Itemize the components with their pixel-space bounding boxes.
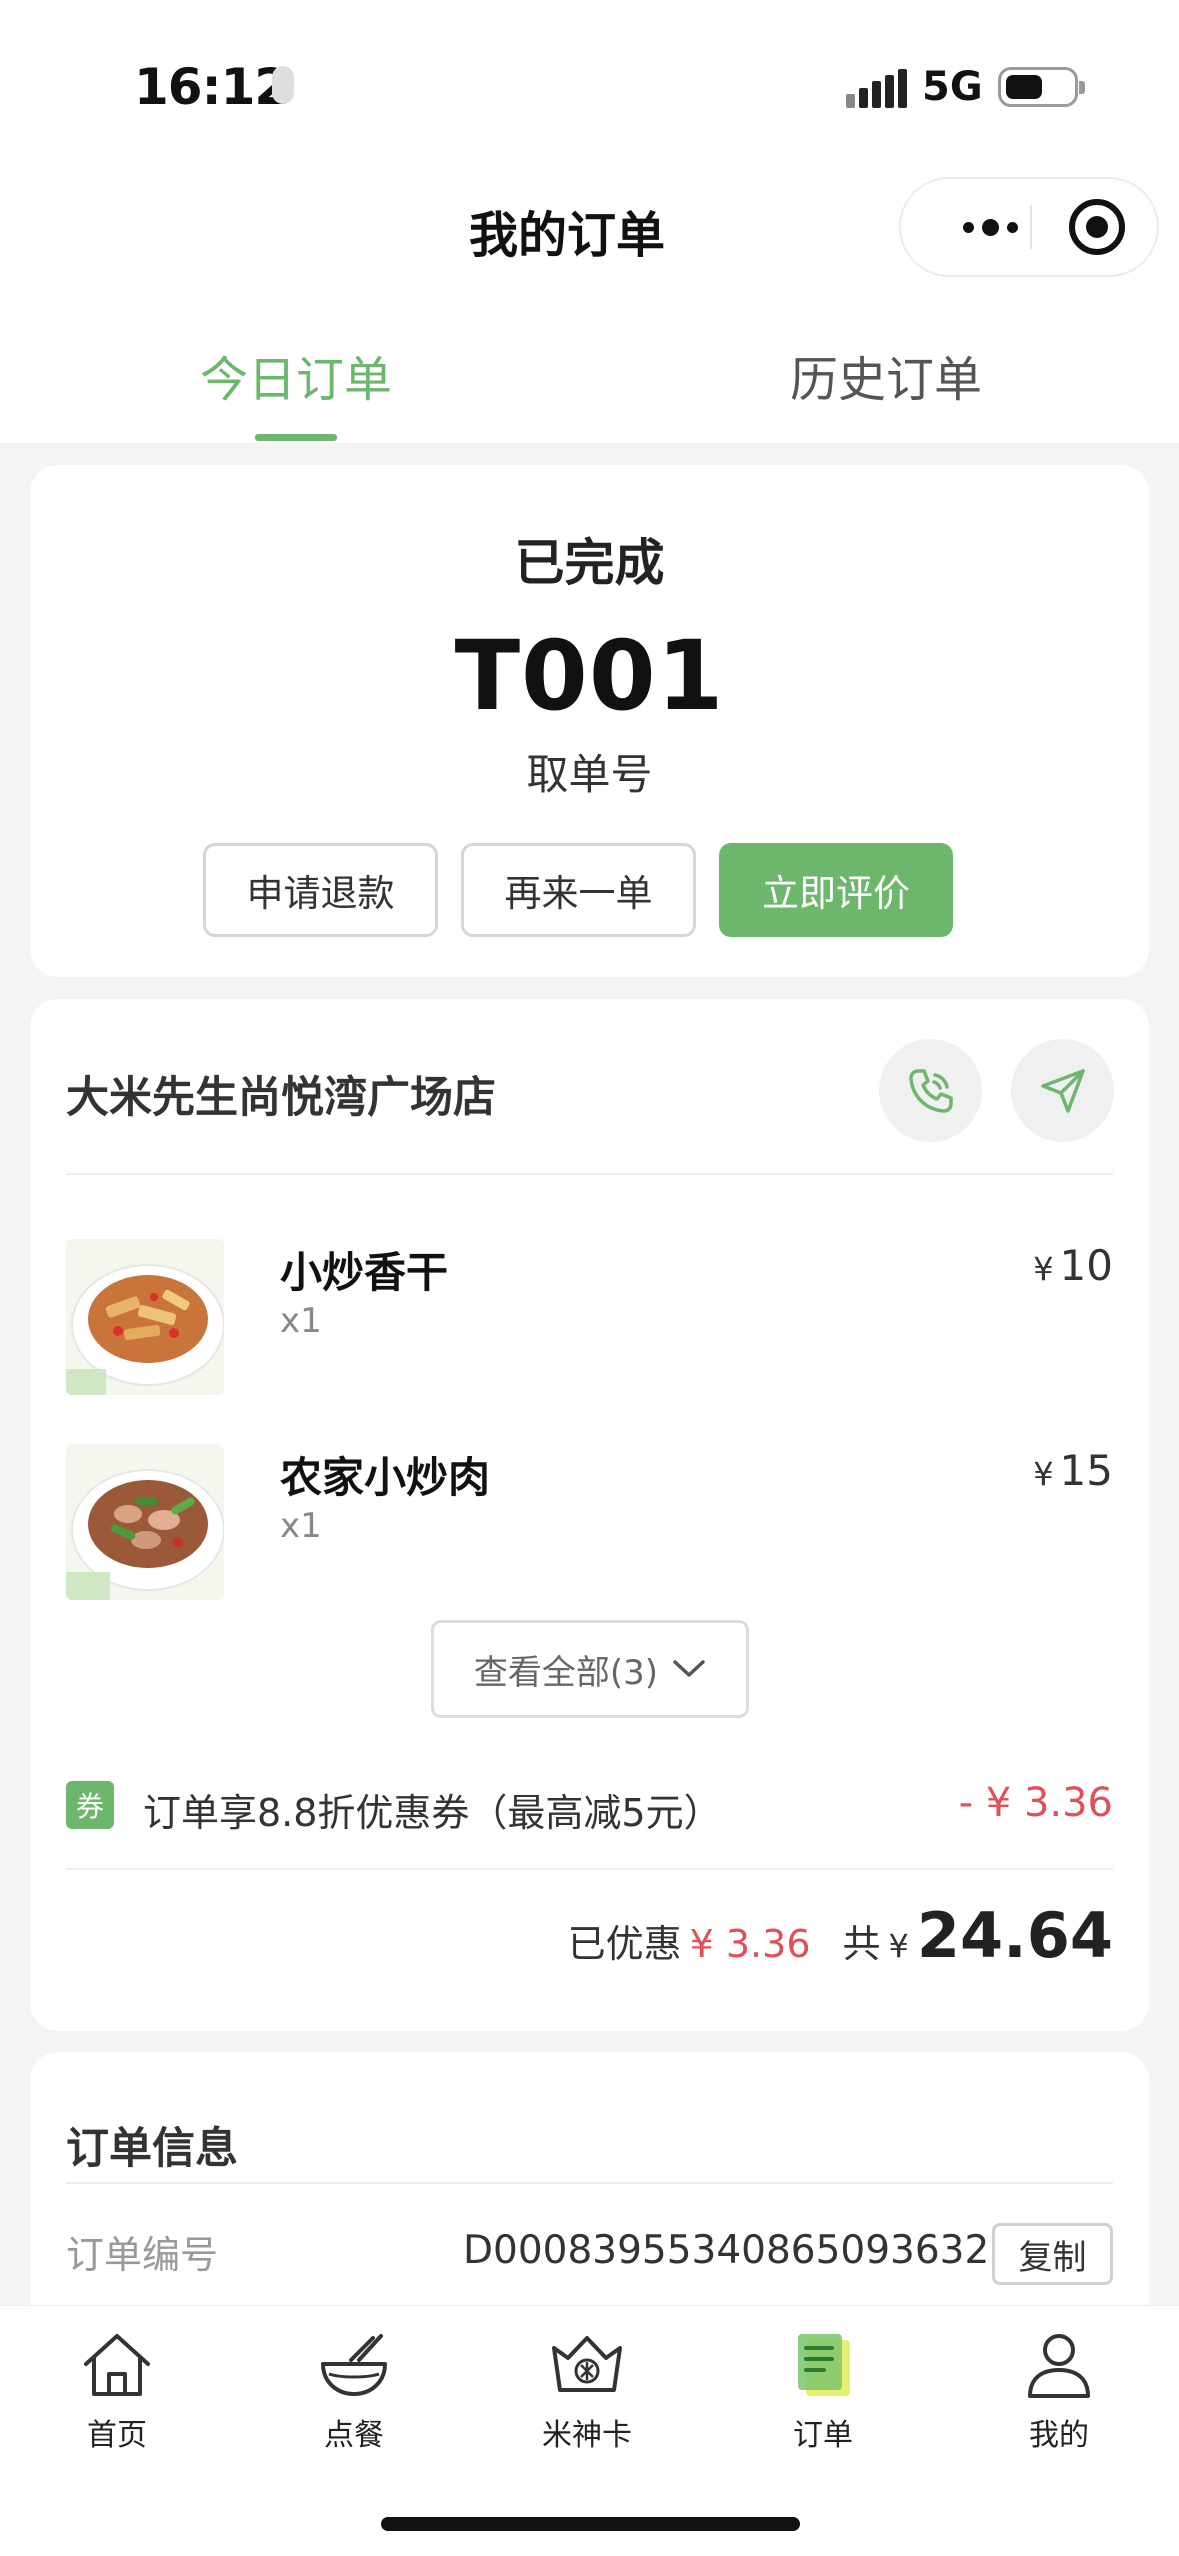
chevron-down-icon xyxy=(673,1660,705,1677)
tabbar-label: 我的 xyxy=(1029,2418,1089,2453)
tabbar-label: 首页 xyxy=(87,2418,147,2453)
tab-history[interactable]: 历史订单 xyxy=(790,340,982,410)
tabbar-label: 订单 xyxy=(793,2418,853,2453)
dish-quantity: x1 xyxy=(280,1301,322,1341)
status-time: 16:12 xyxy=(134,58,289,116)
rate-button[interactable]: 立即评价 xyxy=(719,843,953,937)
navigate-store-button[interactable] xyxy=(1011,1039,1114,1142)
coupon-badge: 券 xyxy=(66,1781,114,1829)
view-all-label: 查看全部(3) xyxy=(473,1652,659,1693)
battery-icon xyxy=(998,67,1085,107)
tabbar-item-home[interactable]: 首页 xyxy=(52,2328,182,2454)
dish-price: ¥15 xyxy=(1033,1446,1113,1495)
dish-image xyxy=(66,1239,224,1395)
refund-button[interactable]: 申请退款 xyxy=(203,843,438,937)
divider xyxy=(66,2182,1113,2184)
discount-label: 已优惠 xyxy=(567,1922,682,1966)
call-store-button[interactable] xyxy=(879,1039,982,1142)
order-number-label: 订单编号 xyxy=(66,2233,219,2277)
order-items-card: 大米先生尚悦湾广场店 小炒香干 x1 ¥ 10 农家小炒肉 x1 ¥ 15 查看… xyxy=(30,999,1149,2031)
total-amount: 24.64 xyxy=(916,1899,1113,1972)
dish-image xyxy=(66,1444,224,1600)
order-info-title: 订单信息 xyxy=(66,2124,238,2174)
profile-icon xyxy=(1028,2334,1090,2398)
home-icon xyxy=(84,2334,150,2396)
navigation-arrow-icon xyxy=(1040,1068,1085,1113)
order-summary: 已优惠 ¥ 3.36 共 ¥ 24.64 xyxy=(568,1899,1113,1972)
reorder-button[interactable]: 再来一单 xyxy=(461,843,696,937)
divider xyxy=(66,1868,1113,1870)
crown-card-icon xyxy=(552,2336,622,2392)
mini-program-capsule xyxy=(899,177,1159,277)
coupon-amount: - ¥ 3.36 xyxy=(958,1780,1113,1826)
tabbar-label: 点餐 xyxy=(324,2418,384,2453)
tab-active-indicator xyxy=(255,434,337,441)
dish-quantity: x1 xyxy=(280,1506,322,1546)
order-number-value: D00083955340865093632 xyxy=(463,2228,990,2273)
tabbar-item-rice-card[interactable]: 米神卡 xyxy=(522,2328,652,2454)
tab-today[interactable]: 今日订单 xyxy=(200,340,392,410)
status-indicator xyxy=(272,66,294,104)
home-indicator xyxy=(381,2517,800,2531)
list-item: 小炒香干 x1 ¥10 xyxy=(66,1239,1113,1399)
tabbar-item-profile[interactable]: 我的 xyxy=(994,2328,1124,2454)
network-label: 5G xyxy=(922,64,983,110)
order-status: 已完成 xyxy=(514,534,665,592)
dish-price: ¥10 xyxy=(1033,1241,1113,1290)
divider xyxy=(66,1173,1113,1175)
order-page: 16:12 5G 我的 订单 今日订单 历史订单 已完成 T001 取单号 申请退… xyxy=(0,0,1179,2556)
close-target-icon[interactable] xyxy=(1069,199,1125,255)
bowl-icon xyxy=(321,2334,387,2396)
order-icon xyxy=(798,2334,850,2396)
dish-name: 农家小炒肉 xyxy=(280,1453,491,1502)
phone-icon xyxy=(908,1068,953,1113)
list-item: 农家小炒肉 x1 ¥15 xyxy=(66,1444,1113,1604)
capsule-divider xyxy=(1030,205,1032,249)
coupon-description: 订单享8.8折优惠券（最高减5元） xyxy=(143,1791,722,1835)
copy-button[interactable]: 复制 xyxy=(992,2223,1113,2285)
dish-name: 小炒香干 xyxy=(280,1248,449,1297)
store-name: 大米先生尚悦湾广场店 xyxy=(66,1073,496,1123)
tabbar-item-orders[interactable]: 订单 xyxy=(758,2328,888,2454)
discount-amount: ¥ 3.36 xyxy=(689,1922,811,1966)
pickup-code: T001 xyxy=(454,620,725,732)
view-all-button[interactable]: 查看全部(3) xyxy=(431,1620,749,1718)
total-label: 共 xyxy=(842,1922,881,1966)
tabbar-item-order-food[interactable]: 点餐 xyxy=(289,2328,419,2454)
signal-icon xyxy=(846,68,907,108)
order-status-card: 已完成 T001 取单号 申请退款 再来一单 立即评价 xyxy=(30,465,1149,977)
total-currency: ¥ xyxy=(888,1927,909,1965)
pickup-label: 取单号 xyxy=(526,750,653,799)
tabbar-label: 米神卡 xyxy=(542,2418,632,2453)
